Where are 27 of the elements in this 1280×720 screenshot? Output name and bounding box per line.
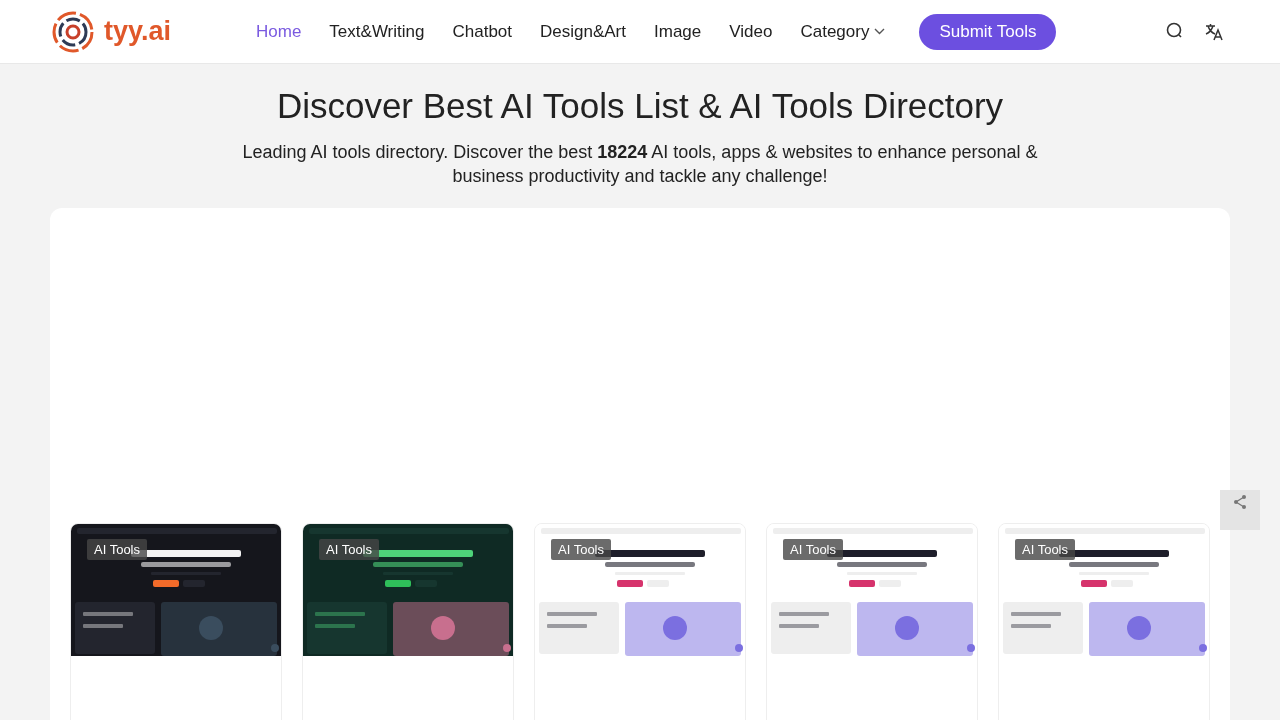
tool-card[interactable]: AI Tools bbox=[766, 523, 978, 720]
chevron-icon bbox=[874, 28, 886, 35]
category-badge: AI Tools bbox=[783, 539, 843, 560]
tool-card[interactable]: AI Tools bbox=[998, 523, 1210, 720]
category-badge: AI Tools bbox=[551, 539, 611, 560]
nav-link[interactable]: Chatbot bbox=[438, 21, 526, 42]
nav-link[interactable]: Text&Writing bbox=[315, 21, 439, 42]
tool-card[interactable]: AI Tools bbox=[302, 523, 514, 720]
category-badge: AI Tools bbox=[87, 539, 147, 560]
logo-text[interactable]: tyy.ai bbox=[104, 16, 172, 47]
share-icon bbox=[1232, 494, 1248, 510]
nav-link[interactable]: Video bbox=[715, 21, 787, 42]
page-subtitle: Leading AI tools directory. Discover the best 18224 AI tools, apps & websites to enhance personal & business productivity and tackle any challenge! bbox=[241, 141, 1039, 188]
translate-icon[interactable] bbox=[1204, 21, 1224, 42]
category-badge: AI Tools bbox=[319, 539, 379, 560]
page-title: Discover Best AI Tools List & AI Tools Directory bbox=[275, 86, 1005, 126]
submit-button[interactable]: Submit Tools bbox=[919, 13, 1057, 50]
nav-link[interactable]: Design&Art bbox=[526, 21, 640, 42]
nav-link[interactable]: Image bbox=[640, 21, 716, 42]
tool-card[interactable]: AI Tools bbox=[70, 523, 282, 720]
tool-card[interactable]: AI Tools bbox=[534, 523, 746, 720]
nav-link[interactable]: Category bbox=[786, 21, 900, 42]
search-icon[interactable] bbox=[1166, 21, 1184, 40]
nav-link[interactable]: Home bbox=[242, 21, 316, 42]
share-button[interactable] bbox=[1220, 490, 1260, 530]
category-badge: AI Tools bbox=[1015, 539, 1075, 560]
logo-icon bbox=[52, 10, 94, 53]
